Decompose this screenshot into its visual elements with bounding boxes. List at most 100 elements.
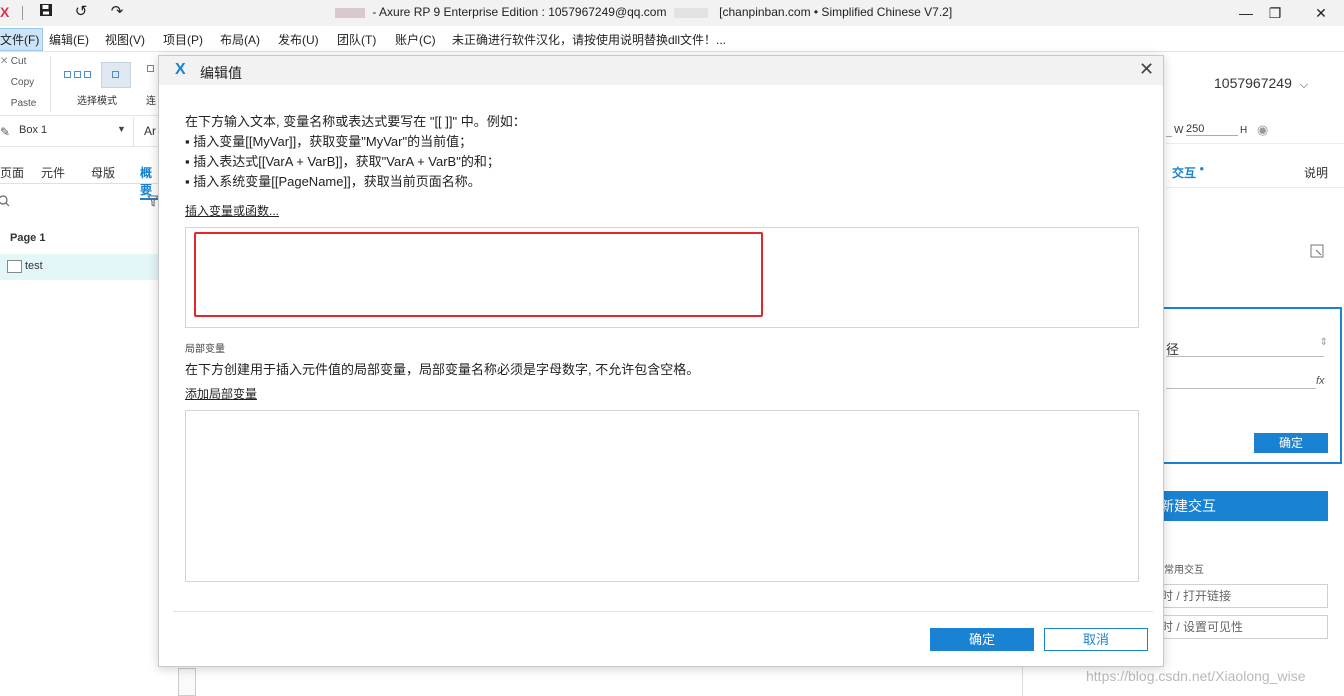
font-selector[interactable]: Ar xyxy=(144,124,156,138)
intersect-mode-icon[interactable] xyxy=(63,62,93,88)
menu-layout[interactable]: 布局(A) xyxy=(220,31,260,48)
menu-file[interactable]: 文件(F) xyxy=(0,28,44,51)
local-variables-description: 在下方创建用于插入元件值的局部变量，局部变量名称必须是字母数字, 不允许包含空格… xyxy=(185,362,700,377)
axure-logo-icon: X xyxy=(0,4,10,20)
window-title-prefix: - Axure RP 9 Enterprise Edition : 105796… xyxy=(372,5,667,19)
paste-button[interactable]: Paste xyxy=(0,98,37,109)
page-tree-item[interactable]: test xyxy=(0,254,160,280)
tab-pages[interactable]: 页面 xyxy=(0,164,24,181)
instruction-line: ▪ 插入表达式[[VarA + VarB]]，获取"VarA + VarB"的和… xyxy=(185,154,500,169)
connect-icon[interactable] xyxy=(143,62,157,88)
cancel-button[interactable]: 取消 xyxy=(1044,628,1148,651)
divider xyxy=(50,56,51,112)
shape-icon xyxy=(7,260,22,273)
open-link-option[interactable]: 时 / 打开链接 xyxy=(1158,584,1328,608)
outline-search[interactable] xyxy=(0,192,160,212)
instruction-line: 在下方输入文本, 变量名称或表达式要写在 "[[ ]]" 中。例如： xyxy=(185,114,526,129)
copy-button[interactable]: Copy xyxy=(0,77,34,88)
fx-icon[interactable]: fx xyxy=(1316,375,1325,387)
menu-edit[interactable]: 编辑(E) xyxy=(49,31,89,48)
tab-interactions-label: 交互 xyxy=(1172,166,1197,180)
undo-icon[interactable]: ↺ xyxy=(72,3,90,21)
dialog-header: X 编辑值 ✕ xyxy=(159,56,1163,85)
pencil-icon: ✎ xyxy=(0,125,11,139)
add-local-variable-link[interactable]: 添加局部变量 xyxy=(185,385,257,402)
dialog-title: 编辑值 xyxy=(200,65,242,81)
box-shape xyxy=(64,71,71,78)
instruction-line: ▪ 插入变量[[MyVar]]，获取变量"MyVar"的当前值； xyxy=(185,134,473,149)
menu-account[interactable]: 账户(C) xyxy=(395,31,436,48)
close-window-button[interactable]: ✕ xyxy=(1311,3,1331,23)
vertical-ruler xyxy=(178,668,196,696)
localization-warning: 未正确进行软件汉化，请按使用说明替换dll文件！... xyxy=(452,33,727,47)
user-account[interactable]: 1057967249 ⌵ xyxy=(1214,75,1308,92)
menu-team[interactable]: 团队(T) xyxy=(337,31,376,48)
instruction-line: ▪ 插入系统变量[[PageName]]，获取当前页面名称。 xyxy=(185,174,481,189)
eye-icon[interactable]: ◉ xyxy=(1257,122,1268,138)
close-icon[interactable]: ✕ xyxy=(1139,60,1154,78)
minimize-button[interactable]: — xyxy=(1236,3,1256,23)
width-input[interactable]: 250 xyxy=(1186,123,1238,136)
watermark: https://blog.csdn.net/Xiaolong_wise xyxy=(1086,668,1306,684)
box-shape xyxy=(112,71,119,78)
red-highlight-annotation xyxy=(194,232,763,317)
height-label: H xyxy=(1240,125,1248,136)
left-panel-tabs: 页面 元件 母版 概要 xyxy=(0,158,160,200)
page-tree-item-label: test xyxy=(25,260,43,272)
menu-publish[interactable]: 发布(U) xyxy=(278,31,319,48)
ok-button[interactable]: 确定 xyxy=(930,628,1034,651)
menu-project[interactable]: 项目(P) xyxy=(163,31,203,48)
axure-logo-icon: X xyxy=(175,61,186,78)
box-shape xyxy=(84,71,91,78)
edit-value-dialog: X 编辑值 ✕ 在下方输入文本, 变量名称或表达式要写在 "[[ ]]" 中。例… xyxy=(158,55,1164,667)
scissors-icon: ✕ xyxy=(0,56,9,67)
divider xyxy=(173,611,1153,612)
chevron-down-icon[interactable]: ▼ xyxy=(117,124,126,134)
toolbar: ✕ Cut Copy Paste 选择模式 连 xyxy=(0,52,160,116)
copy-label: Copy xyxy=(10,77,35,88)
divider xyxy=(22,6,23,20)
path-field[interactable]: 径 ⇕ xyxy=(1166,337,1328,357)
divider xyxy=(1022,667,1023,696)
cut-button[interactable]: ✕ Cut xyxy=(0,56,26,67)
tab-interactions[interactable]: 交互 ● xyxy=(1172,164,1204,181)
select-mode-label: 选择模式 xyxy=(77,96,117,107)
value-field[interactable] xyxy=(1166,371,1316,389)
tab-masters[interactable]: 母版 xyxy=(91,164,115,181)
local-variables-list[interactable] xyxy=(185,410,1139,582)
blurred-text xyxy=(673,7,708,18)
new-interaction-button[interactable]: 新建交互 xyxy=(1158,491,1328,521)
maximize-button[interactable]: ❐ xyxy=(1265,3,1285,23)
size-fields: W 250 H ◉ xyxy=(1166,118,1344,144)
divider xyxy=(133,117,134,147)
paste-label: Paste xyxy=(10,98,37,109)
card-ok-button[interactable]: 确定 xyxy=(1254,433,1328,453)
set-visibility-option[interactable]: 时 / 设置可见性 xyxy=(1158,615,1328,639)
box-shape xyxy=(147,65,154,72)
insert-variable-link[interactable]: 插入变量或函数... xyxy=(185,202,279,219)
page-tree-root[interactable]: Page 1 xyxy=(10,232,45,244)
select-target-icon[interactable] xyxy=(1310,244,1324,258)
dialog-instructions: 在下方输入文本, 变量名称或表达式要写在 "[[ ]]" 中。例如： ▪ 插入变… xyxy=(185,112,526,192)
tab-widgets[interactable]: 元件 xyxy=(41,164,65,181)
width-label: W xyxy=(1174,125,1184,136)
menu-bar: 文件(F) 编辑(E) 视图(V) 项目(P) 布局(A) 发布(U) 团队(T… xyxy=(0,26,1344,52)
stepper-icon[interactable]: ⇕ xyxy=(1320,337,1328,348)
menu-view[interactable]: 视图(V) xyxy=(105,31,145,48)
box-shape xyxy=(74,71,81,78)
connect-label: 连 xyxy=(146,96,156,107)
contain-mode-icon[interactable] xyxy=(101,62,131,88)
x-field[interactable] xyxy=(1166,123,1172,137)
redo-icon[interactable]: ↷ xyxy=(108,3,126,21)
value-editor[interactable] xyxy=(185,227,1139,328)
user-id: 1057967249 xyxy=(1214,75,1292,91)
common-interactions-label: 常用交互 xyxy=(1164,565,1204,576)
title-bar: X ↺ ↷ - Axure RP 9 Enterprise Edition : … xyxy=(0,0,1344,26)
search-icon xyxy=(0,195,10,207)
save-icon[interactable] xyxy=(37,3,55,21)
local-variables-label: 局部变量 xyxy=(185,344,225,355)
widget-name[interactable]: Box 1 xyxy=(19,124,47,136)
tab-notes[interactable]: 说明 xyxy=(1304,164,1328,181)
window-title: - Axure RP 9 Enterprise Edition : 105796… xyxy=(335,5,952,19)
interaction-card: 径 ⇕ fx 确定 xyxy=(1158,307,1342,464)
